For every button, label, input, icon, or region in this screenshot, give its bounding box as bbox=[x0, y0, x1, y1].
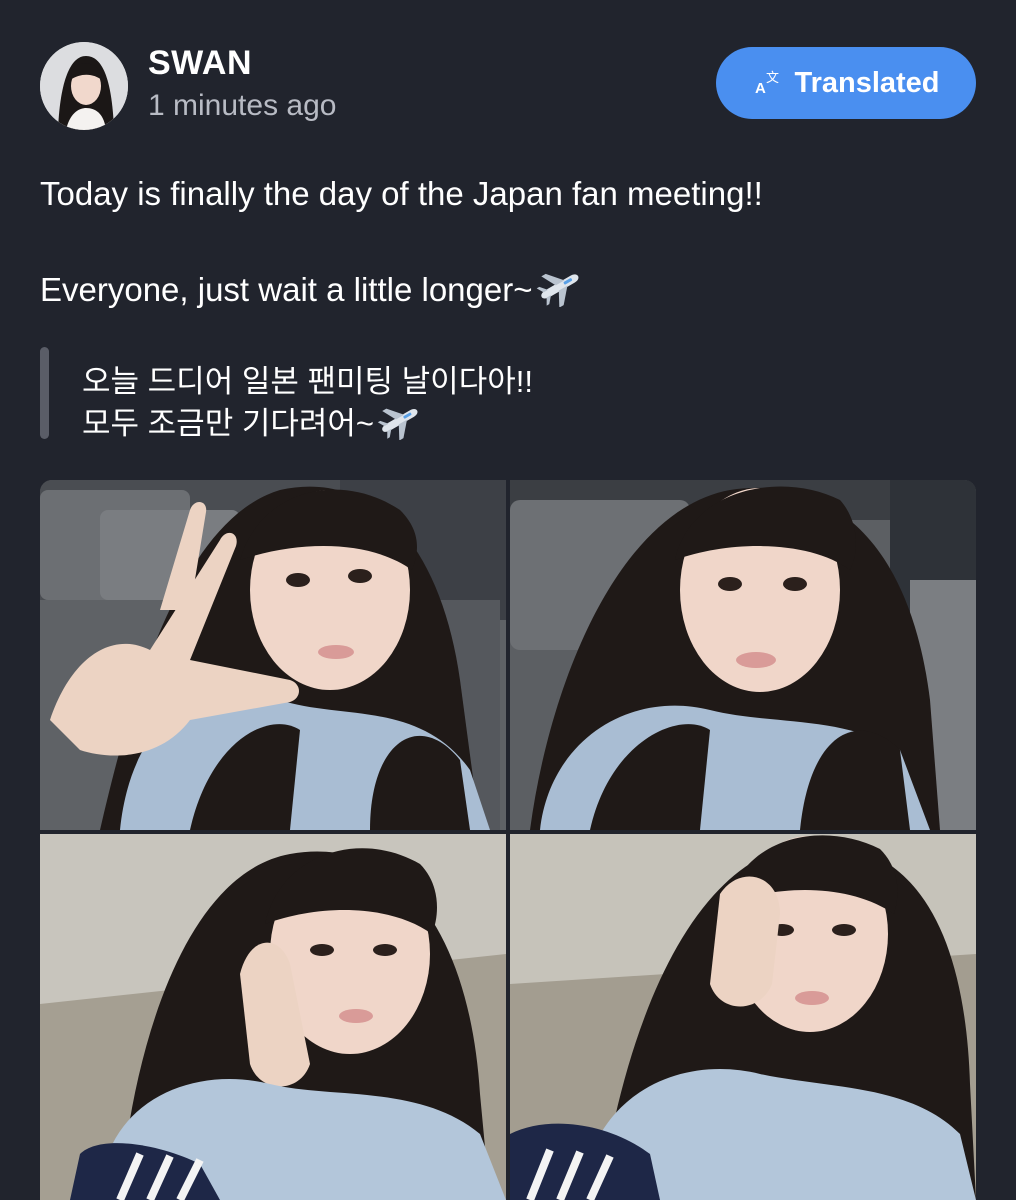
author-name[interactable]: SWAN bbox=[148, 44, 252, 83]
photo-grid bbox=[40, 480, 976, 1200]
translated-text-line-2: Everyone, just wait a little longer~ bbox=[40, 267, 583, 309]
photo-2[interactable] bbox=[510, 480, 976, 830]
translated-button-label: Translated bbox=[794, 66, 940, 99]
author-avatar[interactable] bbox=[40, 42, 128, 130]
translated-text-line-2-text: Everyone, just wait a little longer~ bbox=[40, 271, 533, 308]
photo-1[interactable] bbox=[40, 480, 506, 830]
original-text-line-2: 모두 조금만 기다려어~ bbox=[82, 398, 422, 443]
svg-text:A: A bbox=[755, 80, 766, 97]
airplane-icon bbox=[536, 273, 578, 307]
photo-3[interactable] bbox=[40, 834, 506, 1200]
post-timestamp: 1 minutes ago bbox=[148, 89, 337, 122]
original-text-line-2-text: 모두 조금만 기다려어~ bbox=[82, 406, 375, 441]
original-text-line-1: 오늘 드디어 일본 팬미팅 날이다아!! bbox=[82, 364, 533, 399]
svg-text:文: 文 bbox=[766, 71, 779, 86]
post-card: SWAN 1 minutes ago A 文 Translated Today … bbox=[0, 0, 1016, 1200]
translate-icon: A 文 bbox=[755, 71, 779, 97]
translated-button[interactable]: A 文 Translated bbox=[716, 47, 976, 119]
airplane-icon bbox=[377, 408, 418, 440]
quote-bar bbox=[40, 347, 49, 439]
translated-text-line-1: Today is finally the day of the Japan fa… bbox=[40, 175, 763, 212]
photo-4[interactable] bbox=[510, 834, 976, 1200]
